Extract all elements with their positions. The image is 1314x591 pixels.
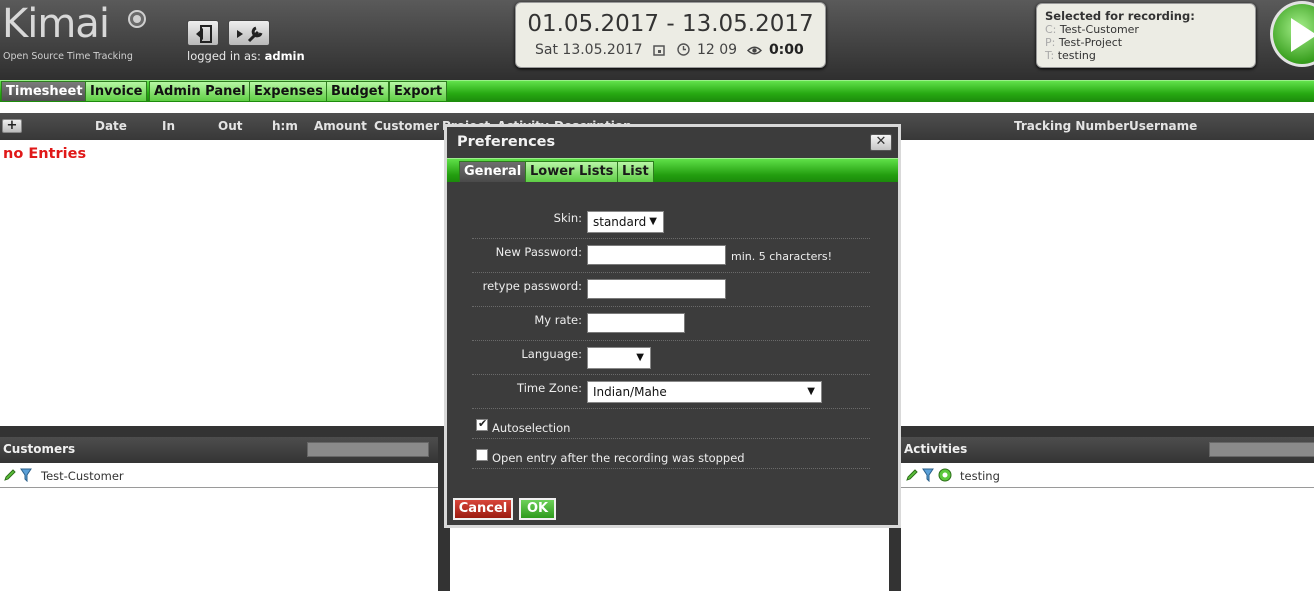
timezone-label: Time Zone:: [517, 381, 582, 395]
customers-panel-header: Customers: [0, 437, 438, 463]
no-entries-message: no Entries: [3, 146, 87, 162]
col-in[interactable]: In: [162, 119, 175, 133]
logged-in-label: logged in as:: [187, 49, 261, 63]
eye-icon: [747, 46, 763, 55]
timezone-value: Indian/Mahe: [593, 385, 667, 399]
ok-button[interactable]: OK: [519, 498, 556, 520]
retype-password-label: retype password:: [482, 279, 582, 293]
new-password-input[interactable]: [587, 245, 726, 265]
autoselection-checkbox[interactable]: [476, 417, 488, 431]
language-select[interactable]: ▼: [587, 347, 651, 369]
language-row: Language: ▼: [472, 341, 870, 375]
open-entry-label: Open entry after the recording was stopp…: [492, 451, 745, 465]
skin-value: standard: [593, 215, 647, 229]
tab-export[interactable]: Export: [389, 81, 448, 101]
dialog-tab-bar: General Lower Lists List: [447, 158, 898, 182]
dialog-tab-general[interactable]: General: [459, 161, 527, 182]
app-logo: Kimai: [2, 1, 110, 47]
activities-filter-input[interactable]: [1209, 442, 1314, 457]
activity-name: testing: [960, 469, 1000, 483]
edit-icon[interactable]: [905, 468, 919, 482]
col-date[interactable]: Date: [95, 119, 127, 133]
skin-select[interactable]: standard ▼: [587, 211, 664, 233]
recording-selection-box: Selected for recording: C: Test-Customer…: [1036, 3, 1256, 68]
logo-gear-icon: [128, 10, 146, 28]
tab-invoice[interactable]: Invoice: [85, 81, 148, 101]
retype-password-row: retype password:: [472, 273, 870, 307]
retype-password-input[interactable]: [587, 279, 726, 299]
col-customer[interactable]: Customer: [374, 119, 439, 133]
tab-admin-panel[interactable]: Admin Panel: [149, 81, 251, 101]
password-hint: min. 5 characters!: [731, 250, 833, 263]
autoselection-row: Autoselection: [472, 409, 870, 439]
tab-timesheet[interactable]: Timesheet: [1, 81, 88, 101]
recording-customer: C: Test-Customer: [1045, 23, 1139, 36]
chevron-down-icon: ▼: [649, 216, 657, 227]
dialog-title: Preferences: [457, 134, 556, 150]
filter-icon[interactable]: [922, 468, 934, 482]
language-label: Language:: [521, 347, 582, 361]
col-tracking-number[interactable]: Tracking Number: [1014, 119, 1129, 133]
timer-value: 0:00: [768, 42, 804, 58]
activities-panel-header: Activities: [901, 437, 1314, 463]
customer-name: Test-Customer: [41, 469, 124, 483]
tab-expenses[interactable]: Expenses: [249, 81, 328, 101]
col-username[interactable]: Username: [1129, 119, 1197, 133]
chevron-down-icon: ▼: [807, 386, 815, 397]
autoselection-label: Autoselection: [492, 421, 571, 435]
customer-row[interactable]: Test-Customer: [0, 463, 438, 488]
my-rate-label: My rate:: [534, 313, 582, 327]
current-time: 12 09: [696, 42, 738, 58]
edit-icon[interactable]: [3, 468, 17, 482]
logo-subtitle: Open Source Time Tracking: [3, 51, 133, 62]
open-entry-row: Open entry after the recording was stopp…: [472, 439, 870, 469]
start-recording-button[interactable]: [1270, 1, 1314, 67]
recording-task: T: testing: [1045, 49, 1096, 62]
preferences-button[interactable]: [228, 20, 270, 46]
logged-in-info: logged in as: admin: [187, 49, 305, 63]
recording-title: Selected for recording:: [1045, 9, 1195, 23]
filter-icon[interactable]: [20, 468, 32, 482]
close-icon[interactable]: ✕: [870, 134, 892, 151]
timezone-select[interactable]: Indian/Mahe ▼: [587, 381, 822, 403]
top-header: Kimai Open Source Time Tracking logged i…: [0, 0, 1314, 80]
activities-panel-title: Activities: [904, 442, 968, 456]
skin-label: Skin:: [553, 211, 582, 225]
logout-icon: [196, 25, 212, 43]
dialog-tab-list[interactable]: List: [617, 161, 654, 182]
col-hm[interactable]: h:m: [272, 119, 298, 133]
timezone-row: Time Zone: Indian/Mahe ▼: [472, 375, 870, 409]
date-info: Sat 13.05.2017 12 09 0:00: [535, 42, 804, 58]
logout-button[interactable]: [187, 20, 219, 46]
customers-panel-title: Customers: [3, 442, 76, 456]
recording-project: P: Test-Project: [1045, 36, 1123, 49]
date-range-box[interactable]: 01.05.2017 - 13.05.2017 Sat 13.05.2017 1…: [515, 2, 826, 68]
cancel-button[interactable]: Cancel: [453, 498, 513, 520]
new-password-label: New Password:: [495, 245, 582, 259]
chevron-down-icon: ▼: [636, 352, 644, 363]
clock-icon: [677, 43, 691, 56]
skin-row: Skin: standard ▼: [472, 205, 870, 239]
wrench-icon: [237, 26, 263, 43]
activity-row[interactable]: testing: [901, 463, 1314, 488]
date-range[interactable]: 01.05.2017 - 13.05.2017: [516, 11, 825, 37]
logged-in-user: admin: [264, 49, 305, 63]
col-amount[interactable]: Amount: [314, 119, 367, 133]
preferences-dialog: Preferences ✕ General Lower Lists List S…: [444, 124, 901, 528]
customers-filter-input[interactable]: [307, 442, 429, 457]
calendar-icon: [653, 45, 665, 56]
add-entry-button[interactable]: +: [2, 119, 22, 133]
col-out[interactable]: Out: [218, 119, 242, 133]
today-date: Sat 13.05.2017: [535, 42, 643, 58]
main-tab-bar: Timesheet Invoice Admin Panel Expenses B…: [0, 80, 1314, 102]
record-activity-icon[interactable]: [938, 468, 952, 482]
open-entry-checkbox[interactable]: [476, 449, 488, 461]
tab-budget[interactable]: Budget: [326, 81, 389, 101]
my-rate-input[interactable]: [587, 313, 685, 333]
my-rate-row: My rate:: [472, 307, 870, 341]
dialog-tab-lower-lists[interactable]: Lower Lists: [525, 161, 619, 182]
new-password-row: New Password: min. 5 characters!: [472, 239, 870, 273]
